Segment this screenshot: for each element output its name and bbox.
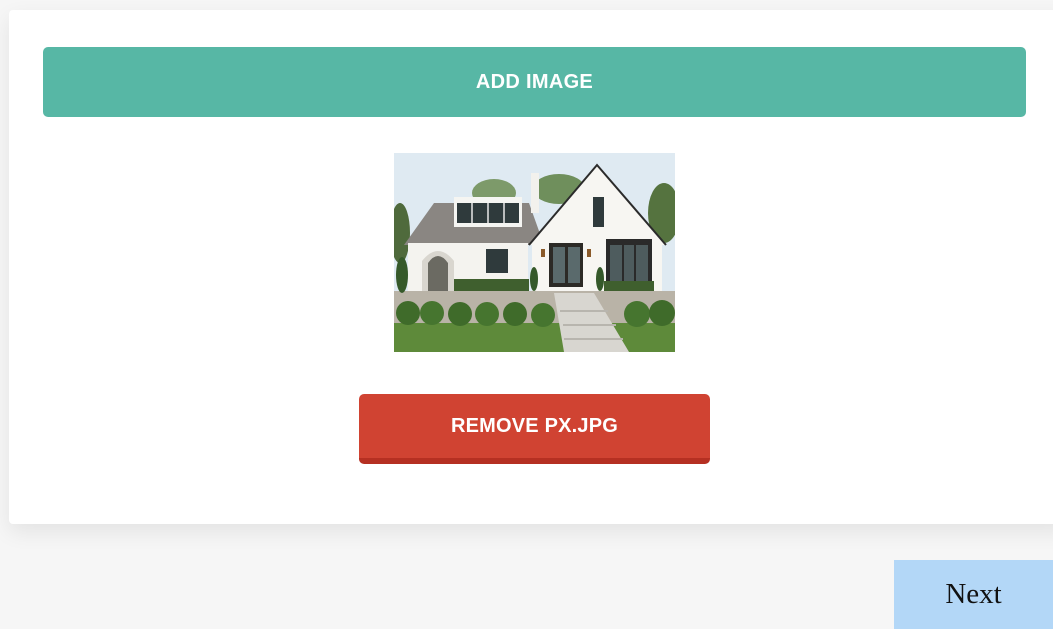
next-button[interactable]: Next <box>894 560 1053 629</box>
house-photo <box>394 153 675 352</box>
add-image-button[interactable]: ADD IMAGE <box>43 47 1026 117</box>
remove-image-button[interactable]: REMOVE PX.JPG <box>359 394 710 464</box>
image-preview <box>394 153 675 352</box>
